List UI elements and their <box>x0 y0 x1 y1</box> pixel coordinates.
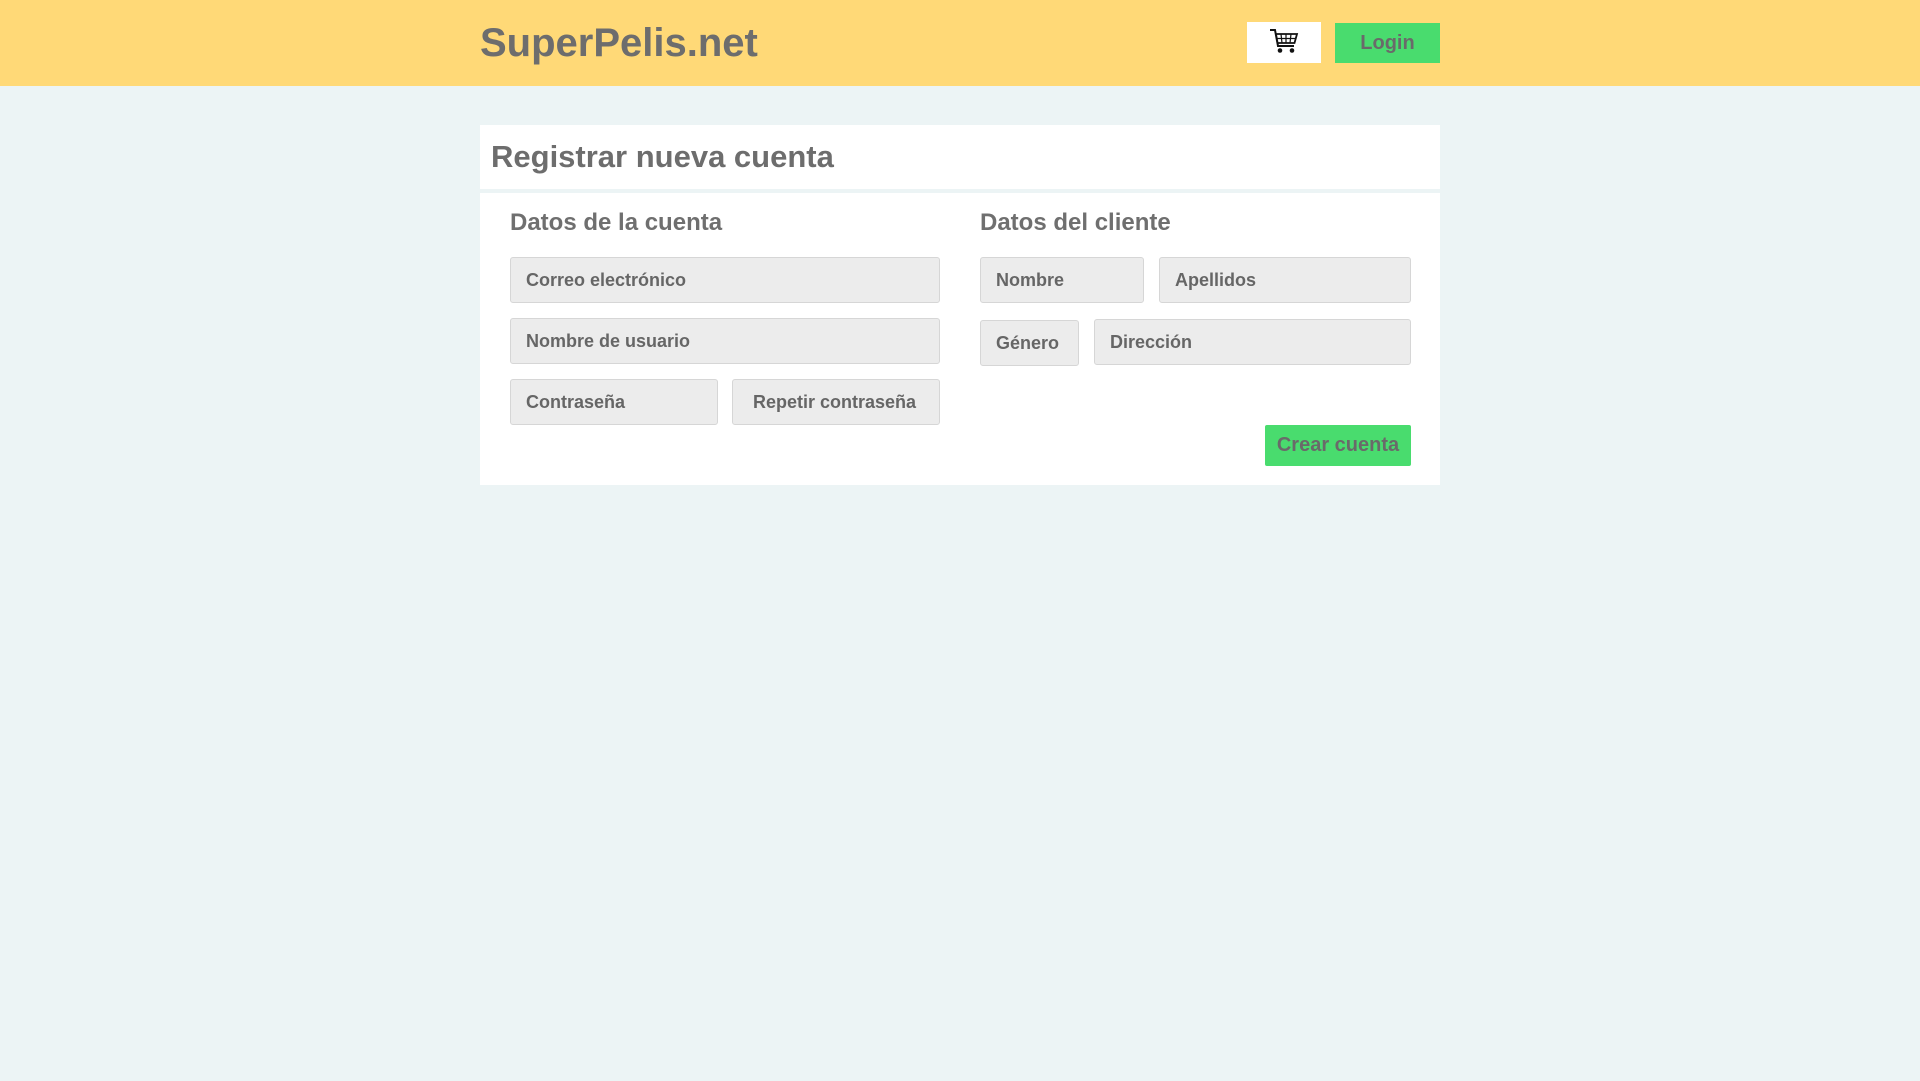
email-field[interactable] <box>510 257 940 303</box>
last-name-field[interactable] <box>1159 257 1411 303</box>
first-name-field[interactable] <box>980 257 1144 303</box>
shopping-cart-icon <box>1269 27 1299 58</box>
cart-button[interactable] <box>1247 22 1321 63</box>
password-field[interactable] <box>510 379 718 425</box>
gender-field[interactable] <box>980 320 1079 366</box>
username-field[interactable] <box>510 318 940 364</box>
account-section-title: Datos de la cuenta <box>510 209 723 236</box>
login-button[interactable]: Login <box>1335 23 1440 63</box>
create-account-button[interactable]: Crear cuenta <box>1265 425 1411 466</box>
top-navbar: SuperPelis.net Login <box>0 0 1920 86</box>
address-field[interactable] <box>1094 319 1411 365</box>
site-logo[interactable]: SuperPelis.net <box>480 18 758 68</box>
page-title: Registrar nueva cuenta <box>491 139 834 174</box>
repeat-password-field[interactable] <box>732 379 940 425</box>
register-form: Datos de la cuenta Datos del cliente Cre… <box>480 193 1440 485</box>
register-card-header: Registrar nueva cuenta <box>480 125 1440 189</box>
client-section-title: Datos del cliente <box>980 209 1171 236</box>
